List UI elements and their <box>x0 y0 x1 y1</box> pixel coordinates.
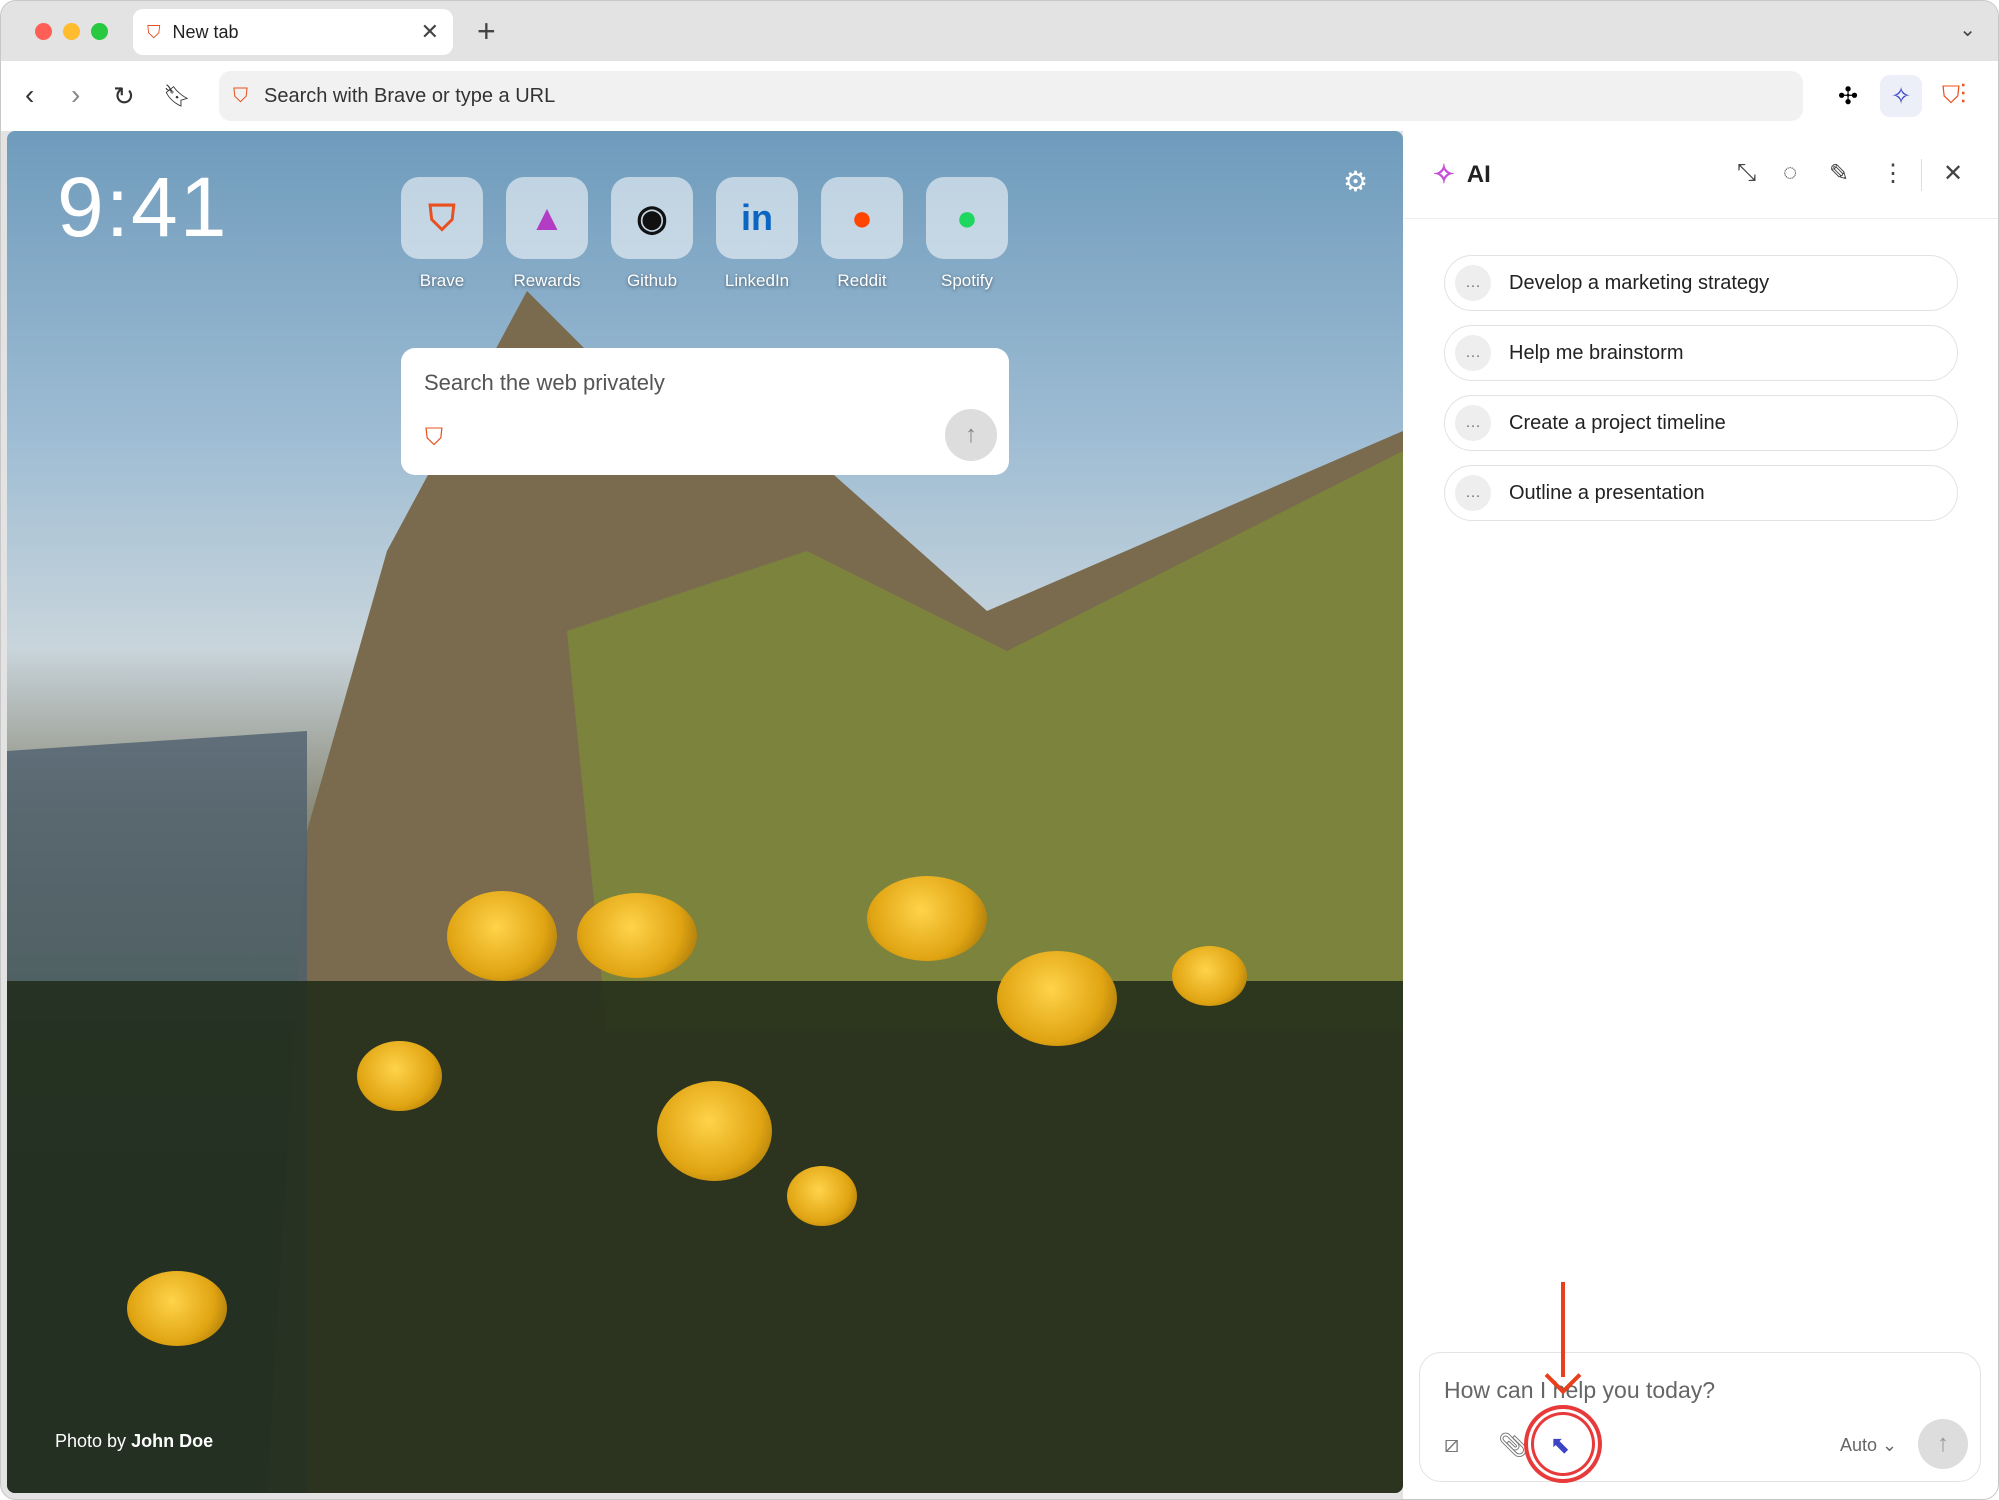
brave-shield-icon: ⛉ <box>233 84 248 107</box>
photo-credit: Photo by John Doe <box>55 1431 214 1451</box>
shortcut-reddit[interactable]: ● Reddit <box>821 177 903 291</box>
close-window-button[interactable] <box>35 23 52 40</box>
model-selector[interactable]: Auto ⌄ <box>1840 1435 1897 1456</box>
forward-icon[interactable]: › <box>71 79 80 111</box>
brave-menu-icon[interactable]: ⛉⋮ <box>1933 75 1975 117</box>
divider <box>1921 159 1922 191</box>
ai-sparkle-icon[interactable]: ✧ <box>1880 75 1922 117</box>
minimize-window-button[interactable] <box>63 23 80 40</box>
close-panel-icon[interactable]: ✕ <box>1943 159 1963 188</box>
chat-bubble-icon: … <box>1455 265 1491 301</box>
brave-icon: ⛉ <box>401 177 483 259</box>
chat-bubble-icon: … <box>1455 335 1491 371</box>
flower <box>357 1041 442 1111</box>
send-button[interactable]: ↑ <box>1918 1419 1968 1469</box>
flower <box>787 1166 857 1226</box>
tab-title: New tab <box>172 21 239 42</box>
flower <box>657 1081 772 1181</box>
extensions-icon[interactable]: ✣ <box>1827 75 1869 117</box>
chat-bubble-icon: … <box>1455 405 1491 441</box>
flower <box>997 951 1117 1046</box>
chat-input-placeholder: How can I help you today? <box>1444 1377 1716 1403</box>
new-tab-page: 9:41 ⛉ Brave ▲ Rewards ◉ Github in LinkedIn … <box>7 131 1403 1493</box>
flower <box>867 876 987 961</box>
reload-icon[interactable]: ↻ <box>113 81 135 112</box>
shortcut-linkedin[interactable]: in LinkedIn <box>716 177 798 291</box>
annotation-highlight-circle <box>1524 1405 1602 1483</box>
chat-input[interactable]: How can I help you today? ⧄ 📎︎ ⬉ Auto ⌄ … <box>1419 1352 1981 1482</box>
ai-panel-title: AI <box>1466 160 1491 188</box>
suggestion-item[interactable]: … Help me brainstorm <box>1444 325 1958 381</box>
suggestion-item[interactable]: … Create a project timeline <box>1444 395 1958 451</box>
maximize-window-button[interactable] <box>91 23 108 40</box>
close-tab-icon[interactable]: ✕ <box>421 19 439 45</box>
tab-new-tab[interactable]: ⛉ New tab ✕ <box>133 9 453 55</box>
flower <box>577 893 697 978</box>
shortcut-rewards[interactable]: ▲ Rewards <box>506 177 588 291</box>
chat-bubble-icon: … <box>1455 475 1491 511</box>
github-icon: ◉ <box>611 177 693 259</box>
top-sites: ⛉ Brave ▲ Rewards ◉ Github in LinkedIn ● Redd… <box>401 177 1008 291</box>
toolbar: ‹ › ↻ 🔖︎ ⛉ Search with Brave or type a U… <box>1 61 1998 131</box>
ai-panel-header: ✧ AI ⤡ ◌ ✎ ⋮ ✕ <box>1403 131 1998 219</box>
shortcut-spotify[interactable]: ● Spotify <box>926 177 1008 291</box>
spotify-icon: ● <box>926 177 1008 259</box>
suggestion-item[interactable]: … Outline a presentation <box>1444 465 1958 521</box>
ai-side-panel: ✧ AI ⤡ ◌ ✎ ⋮ ✕ … Develop a marketing strat… <box>1403 131 1998 1499</box>
brave-icon: ⛉ <box>147 21 161 42</box>
more-options-icon[interactable]: ⋮ <box>1881 159 1905 188</box>
suggestion-item[interactable]: … Develop a marketing strategy <box>1444 255 1958 311</box>
search-box[interactable]: Search the web privately ⛉ ↑ <box>401 348 1009 475</box>
expand-icon[interactable]: ⤡ <box>1737 159 1756 187</box>
flower <box>447 891 557 981</box>
brave-search-icon[interactable]: ⛉ <box>425 424 443 452</box>
omnibox[interactable]: ⛉ Search with Brave or type a URL <box>219 71 1803 121</box>
slash-commands-icon[interactable]: ⧄ <box>1444 1431 1459 1459</box>
new-tab-button[interactable]: + <box>477 13 496 50</box>
flower <box>1172 946 1247 1006</box>
reddit-icon: ● <box>821 177 903 259</box>
linkedin-icon: in <box>716 177 798 259</box>
suggestion-list: … Develop a marketing strategy … Help me b… <box>1444 255 1958 521</box>
back-icon[interactable]: ‹ <box>25 79 34 111</box>
settings-gear-icon[interactable]: ⚙ <box>1343 165 1368 198</box>
ai-sparkle-icon: ✧ <box>1433 159 1455 189</box>
tab-bar: ⛉ New tab ✕ + ⌄ <box>1 1 1998 61</box>
new-chat-edit-icon[interactable]: ✎ <box>1829 159 1849 188</box>
shortcut-brave[interactable]: ⛉ Brave <box>401 177 483 291</box>
clock: 9:41 <box>57 160 229 254</box>
shortcut-github[interactable]: ◉ Github <box>611 177 693 291</box>
rewards-icon: ▲ <box>506 177 588 259</box>
omnibox-placeholder: Search with Brave or type a URL <box>264 84 556 107</box>
flower <box>127 1271 227 1346</box>
tab-list-chevron-icon[interactable]: ⌄ <box>1959 17 1976 42</box>
conversations-icon[interactable]: ◌ <box>1783 159 1797 187</box>
search-placeholder: Search the web privately <box>424 370 665 395</box>
browser-window: ⛉ New tab ✕ + ⌄ ‹ › ↻ 🔖︎ ⛉ Search with B… <box>0 0 1999 1500</box>
photographer-link[interactable]: John Doe <box>131 1431 213 1451</box>
bookmark-icon[interactable]: 🔖︎ <box>163 83 191 109</box>
search-submit-button[interactable]: ↑ <box>945 409 997 461</box>
